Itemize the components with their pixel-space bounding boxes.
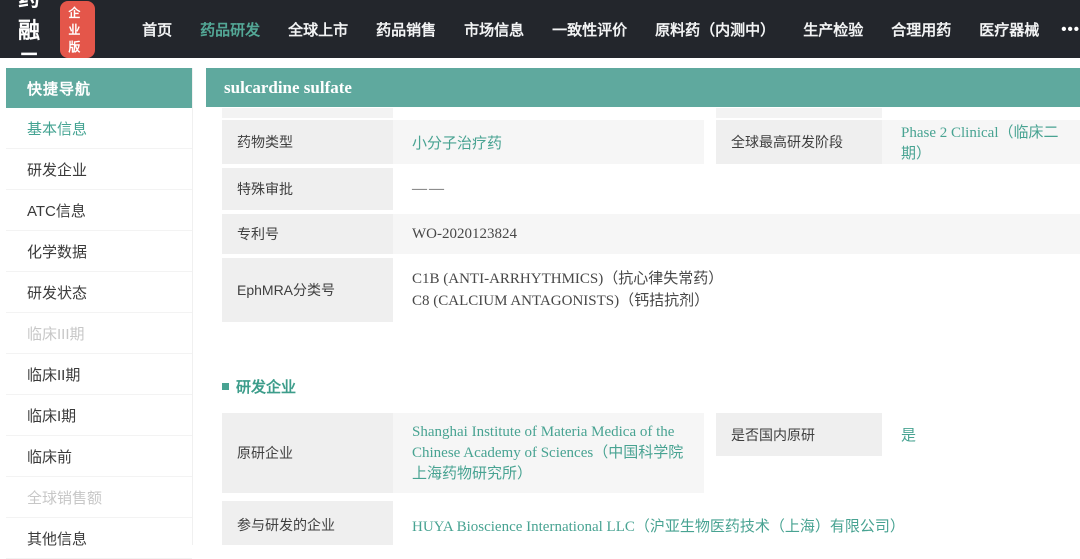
sidebar-item-basic-info[interactable]: 基本信息 <box>6 108 192 149</box>
nav-item-home[interactable]: 首页 <box>142 19 172 40</box>
drug-name-title: sulcardine sulfate <box>224 78 352 98</box>
ephmra-label: EphMRA分类号 <box>222 258 393 322</box>
nav-item-global-launch[interactable]: 全球上市 <box>288 19 348 40</box>
sidebar-item-rd-status[interactable]: 研发状态 <box>6 272 192 313</box>
sidebar-item-rd-companies[interactable]: 研发企业 <box>6 149 192 190</box>
app-logo[interactable]: 药融云 企业版 <box>18 0 95 77</box>
patent-no-value: WO-2020123824 <box>412 226 517 243</box>
rd-companies-section: 研发企业 原研企业 Shanghai Institute of Materia … <box>206 352 1080 545</box>
square-bullet-icon <box>222 383 229 390</box>
clipped-previous-row <box>206 108 1080 118</box>
table-row-patent-no: 专利号 WO-2020123824 <box>206 214 1080 254</box>
special-approval-label: 特殊审批 <box>222 168 393 210</box>
nav-item-medical-devices[interactable]: 医疗器械 <box>979 19 1039 40</box>
drug-type-value-link[interactable]: 小分子治疗药 <box>412 132 502 153</box>
sidebar-item-clinical-phase2[interactable]: 临床II期 <box>6 354 192 395</box>
basic-info-table: 药物类型 小分子治疗药 全球最高研发阶段 Phase 2 Clinical（临床… <box>206 108 1080 322</box>
table-row-originator: 原研企业 Shanghai Institute of Materia Medic… <box>206 413 1080 493</box>
section-title-rd-companies: 研发企业 <box>222 376 1080 397</box>
domestic-origin-label: 是否国内原研 <box>716 413 882 456</box>
logo-text: 药融云 <box>18 0 52 77</box>
sidebar-item-clinical-phase1[interactable]: 临床I期 <box>6 395 192 436</box>
originator-label: 原研企业 <box>222 413 393 493</box>
sidebar-item-preclinical[interactable]: 临床前 <box>6 436 192 477</box>
drug-title-bar: sulcardine sulfate <box>206 68 1080 107</box>
special-approval-value: —— <box>412 181 446 198</box>
sidebar-item-clinical-phase3: 临床III期 <box>6 313 192 354</box>
domestic-origin-value: 是 <box>901 424 916 445</box>
table-row-drug-type: 药物类型 小分子治疗药 全球最高研发阶段 Phase 2 Clinical（临床… <box>206 120 1080 164</box>
sidebar-item-atc-info[interactable]: ATC信息 <box>6 190 192 231</box>
participants-label: 参与研发的企业 <box>222 501 393 545</box>
main-nav: 首页 药品研发 全球上市 药品销售 市场信息 一致性评价 原料药（内测中） 生产… <box>142 19 1039 40</box>
patent-no-label: 专利号 <box>222 214 393 254</box>
nav-more-ellipsis-icon[interactable]: ••• <box>1061 21 1080 38</box>
originator-value-link[interactable]: Shanghai Institute of Materia Medica of … <box>412 422 690 485</box>
quick-nav-sidebar: 快捷导航 基本信息 研发企业 ATC信息 化学数据 研发状态 临床III期 临床… <box>6 68 193 545</box>
nav-item-drug-rd[interactable]: 药品研发 <box>200 19 260 40</box>
top-navbar: 药融云 企业版 首页 药品研发 全球上市 药品销售 市场信息 一致性评价 原料药… <box>0 0 1080 58</box>
sidebar-header: 快捷导航 <box>6 68 192 108</box>
nav-item-api-beta[interactable]: 原料药（内测中） <box>655 19 775 40</box>
sidebar-item-other-info[interactable]: 其他信息 <box>6 518 192 559</box>
highest-phase-value-link[interactable]: Phase 2 Clinical（临床二期） <box>901 121 1080 163</box>
nav-item-market-info[interactable]: 市场信息 <box>464 19 524 40</box>
highest-phase-label: 全球最高研发阶段 <box>716 120 882 164</box>
nav-item-rational-use[interactable]: 合理用药 <box>891 19 951 40</box>
nav-item-consistency-eval[interactable]: 一致性评价 <box>552 19 627 40</box>
sidebar-item-global-sales: 全球销售额 <box>6 477 192 518</box>
enterprise-badge: 企业版 <box>60 1 95 58</box>
sidebar-item-chemical-data[interactable]: 化学数据 <box>6 231 192 272</box>
drug-type-label: 药物类型 <box>222 120 393 164</box>
nav-item-production-inspection[interactable]: 生产检验 <box>803 19 863 40</box>
section-title-text: 研发企业 <box>236 376 296 397</box>
clipped-label-cell-right <box>716 108 882 118</box>
table-row-ephmra: EphMRA分类号 C1B (ANTI-ARRHYTHMICS)（抗心律失常药）… <box>206 258 1080 322</box>
ephmra-value-line1: C1B (ANTI-ARRHYTHMICS)（抗心律失常药） <box>412 268 723 290</box>
participants-value-link[interactable]: HUYA Bioscience International LLC（沪亚生物医药… <box>412 515 905 536</box>
ephmra-value-line2: C8 (CALCIUM ANTAGONISTS)（钙拮抗剂） <box>412 290 709 312</box>
table-row-special-approval: 特殊审批 —— <box>206 168 1080 210</box>
nav-item-drug-sales[interactable]: 药品销售 <box>376 19 436 40</box>
clipped-label-cell <box>222 108 393 118</box>
table-row-participants: 参与研发的企业 HUYA Bioscience International LL… <box>206 501 1080 545</box>
